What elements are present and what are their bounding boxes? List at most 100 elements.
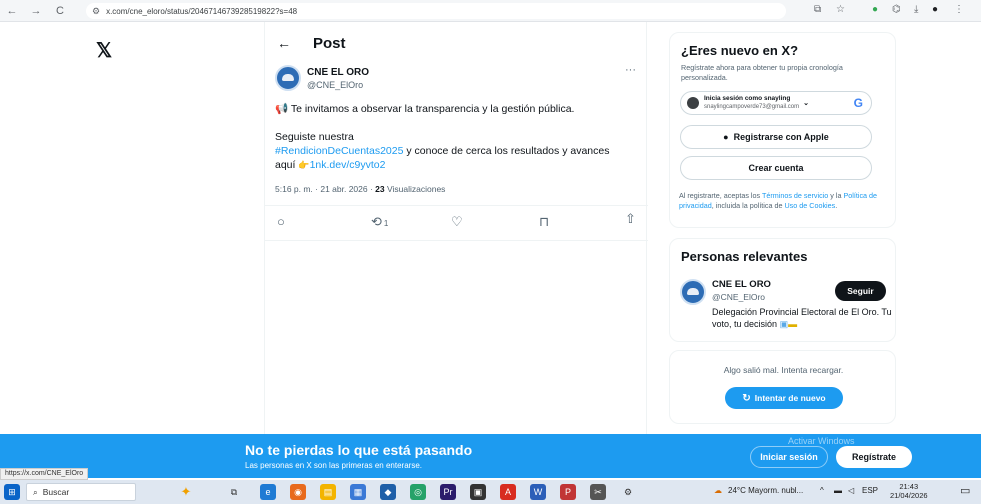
google-g-icon: G [853, 96, 863, 110]
bookmark-icon[interactable]: ⊓ [539, 214, 549, 230]
clock[interactable]: 21:43 21/04/2026 [890, 482, 928, 500]
follow-button[interactable]: Seguir [835, 281, 886, 301]
word-icon[interactable]: W [530, 484, 546, 500]
cast-icon[interactable]: ⧉ [814, 4, 821, 15]
back-arrow-icon[interactable]: ← [277, 35, 291, 51]
search-icon: ⌕ [33, 486, 38, 497]
chevron-down-icon: ⌄ [803, 100, 810, 107]
post-text-line-1: 📢 Te invitamos a observar la transparenc… [275, 102, 645, 116]
create-account-button[interactable]: Crear cuenta [680, 156, 872, 180]
login-banner: No te pierdas lo que está pasando Las pe… [0, 434, 981, 478]
post-text: y conoce de cerca los resultados y avanc… [403, 145, 610, 157]
weather-icon: ☁ [714, 486, 722, 495]
avatar[interactable] [680, 279, 706, 305]
back-button[interactable]: ← [4, 5, 20, 17]
hashtag-link[interactable]: #RendicionDeCuentas2025 [275, 145, 403, 157]
author-name[interactable]: CNE EL ORO [307, 67, 369, 78]
firefox-icon[interactable]: ◉ [290, 484, 306, 500]
apple-signup-label: Registrarse con Apple [733, 132, 829, 142]
apple-icon: ● [723, 132, 729, 142]
widgets-icon[interactable]: ✦ [178, 484, 194, 500]
more-options-icon[interactable]: ··· [625, 64, 636, 76]
network-icon[interactable]: ▬ [834, 486, 842, 495]
cookies-link[interactable]: Uso de Cookies [784, 201, 835, 210]
extensions-puzzle-icon[interactable]: ⌬ [892, 4, 901, 15]
retry-button[interactable]: ↻ Intentar de nuevo [725, 387, 843, 409]
legal-text-part: . [835, 200, 838, 210]
register-button[interactable]: Regístrate [836, 446, 912, 468]
app-icon[interactable]: ◆ [380, 484, 396, 500]
error-card: Algo salió mal. Intenta recargar. ↻ Inten… [669, 350, 896, 424]
premiere-icon[interactable]: Pr [440, 484, 456, 500]
menu-icon[interactable]: ⋮ [954, 4, 964, 15]
retweet-icon[interactable]: ⟲ 1 [371, 214, 388, 230]
snipping-icon[interactable]: ✂ [590, 484, 606, 500]
site-info-icon[interactable]: ⚙ [92, 6, 100, 17]
edge-icon[interactable]: e [260, 484, 276, 500]
post-text-line-3: #RendicionDeCuentas2025 y conoce de cerc… [275, 144, 645, 158]
relevant-people-card: Personas relevantes CNE EL ORO @CNE_ElOr… [669, 238, 896, 342]
extension-icon[interactable]: ● [872, 4, 878, 15]
refresh-icon: ↻ [742, 392, 751, 404]
login-button[interactable]: Iniciar sesión [750, 446, 828, 468]
settings-gear-icon[interactable]: ⚙ [620, 484, 636, 500]
google-email: snaylingcampoverde73@gmail.com [704, 104, 800, 110]
reload-button[interactable]: C [52, 5, 68, 17]
download-icon[interactable]: ⤓ [914, 4, 918, 15]
retry-label: Intentar de nuevo [754, 393, 826, 403]
powerpoint-icon[interactable]: P [560, 484, 576, 500]
forward-button[interactable]: → [28, 5, 44, 17]
post-header: ← Post [265, 30, 346, 56]
acrobat-icon[interactable]: A [500, 484, 516, 500]
avatar[interactable] [275, 65, 301, 91]
notifications-icon[interactable]: ▭ [960, 484, 970, 497]
status-url: https://x.com/CNE_ElOro [0, 468, 89, 480]
post-meta: 5:16 p. m. · 21 abr. 2026 · 23 Visualiza… [275, 184, 445, 194]
legal-text-part: y la [828, 191, 844, 200]
volume-icon[interactable]: ◁ [848, 486, 854, 495]
error-message: Algo salió mal. Intenta recargar. [723, 365, 844, 375]
view-count: 23 [375, 184, 385, 194]
retweet-count: 1 [383, 219, 389, 228]
relevant-title: Personas relevantes [681, 249, 808, 264]
windows-start-icon[interactable]: ⊞ [4, 484, 20, 500]
legal-text-part: Al registrarte, aceptas los [679, 191, 762, 200]
post-column: ← Post CNE EL ORO @CNE_ElOro ··· 📢 Te in… [264, 22, 648, 434]
profile-icon[interactable]: ● [932, 4, 938, 15]
reply-icon[interactable]: ○ [277, 214, 285, 229]
apple-signup-button[interactable]: ● Registrarse con Apple [680, 125, 872, 149]
pointing-icon: 👉 [298, 160, 310, 170]
relevant-name[interactable]: CNE EL ORO [712, 279, 771, 290]
post-text-line-4: aquí 👉1nk.dev/c9yvto2 [275, 158, 645, 172]
task-view-icon[interactable]: ⧉ [226, 484, 242, 500]
views-label: Visualizaciones [384, 184, 446, 194]
store-icon[interactable]: ▦ [350, 484, 366, 500]
date: 21/04/2026 [890, 491, 928, 500]
banner-title: No te pierdas lo que está pasando [245, 442, 473, 458]
relevant-handle[interactable]: @CNE_ElOro [712, 292, 765, 302]
signup-subtitle: Regístrate ahora para obtener tu propia … [681, 63, 843, 82]
author-handle[interactable]: @CNE_ElOro [307, 80, 363, 90]
google-signin-button[interactable]: Inicia sesión como snayling snaylingcamp… [680, 91, 872, 115]
x-logo-icon[interactable]: 𝕏 [96, 38, 112, 63]
relevant-bio-text: Delegación Provincial Electoral de El Or… [712, 307, 892, 329]
chrome-icon[interactable]: ◎ [410, 484, 426, 500]
google-signin-label: Inicia sesión como snayling [704, 95, 791, 102]
browser-toolbar: ← → C ⚙ x.com/cne_eloro/status/204671467… [0, 0, 981, 22]
external-link[interactable]: 1nk.dev/c9yvto2 [310, 159, 386, 171]
tray-chevron-icon[interactable]: ^ [820, 486, 824, 495]
app-icon[interactable]: ▣ [470, 484, 486, 500]
share-icon[interactable]: ⇧ [625, 211, 636, 227]
weather-text[interactable]: 24°C Mayorm. nubl... [728, 486, 803, 495]
like-icon[interactable]: ♡ [451, 214, 463, 230]
file-explorer-icon[interactable]: ▤ [320, 484, 336, 500]
taskbar-search[interactable]: ⌕ Buscar [26, 483, 136, 501]
legal-text: Al registrarte, aceptas los Términos de … [679, 191, 891, 210]
terms-link[interactable]: Términos de servicio [762, 191, 828, 200]
post-timestamp[interactable]: 5:16 p. m. · 21 abr. 2026 · [275, 184, 375, 194]
bookmark-star-icon[interactable]: ☆ [836, 4, 845, 15]
post-actions: ○ ⟲ 1 ♡ ⊓ ⇧ [265, 205, 648, 241]
language-indicator[interactable]: ESP [862, 486, 878, 495]
address-bar[interactable]: ⚙ x.com/cne_eloro/status/204671467392851… [86, 3, 786, 19]
post-text: Te invitamos a observar la transparencia… [290, 103, 575, 115]
